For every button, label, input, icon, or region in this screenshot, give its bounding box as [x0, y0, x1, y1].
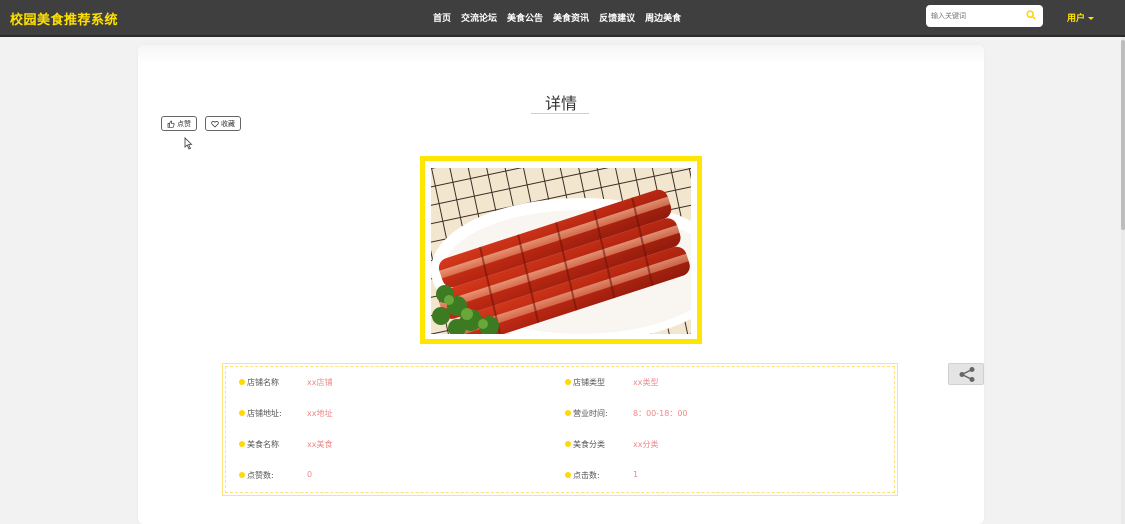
search-input[interactable]: [931, 10, 1021, 22]
nav-news[interactable]: 美食资讯: [553, 11, 589, 24]
bullet-dot-icon: [565, 472, 571, 478]
food-category-label: 美食分类: [573, 440, 605, 449]
shop-type-value: xx类型: [633, 378, 659, 387]
like-label: 点赞: [177, 119, 191, 128]
bullet-dot-icon: [565, 441, 571, 447]
shop-address-label: 店铺地址:: [247, 409, 282, 418]
favorite-label: 收藏: [221, 119, 235, 128]
like-count-value: 0: [307, 470, 313, 479]
share-button[interactable]: [948, 363, 984, 385]
share-icon: [959, 367, 975, 382]
search-box: [926, 5, 1043, 27]
business-hours-value: 8：00-18：00: [633, 409, 688, 418]
panel-header-shade: [138, 45, 984, 65]
shop-name-label: 店铺名称: [247, 378, 279, 387]
food-category-value: xx分类: [633, 440, 659, 449]
favorite-button[interactable]: 收藏: [205, 116, 241, 131]
food-name-value: xx美食: [307, 440, 333, 449]
scrollbar-thumb[interactable]: [1121, 40, 1125, 230]
heart-icon: [211, 120, 219, 128]
bullet-dot-icon: [239, 410, 245, 416]
caret-down-icon: [1088, 17, 1095, 20]
page-title: 详情: [544, 94, 577, 113]
nav-announcements[interactable]: 美食公告: [507, 11, 543, 24]
shop-address-value: xx地址: [307, 409, 333, 418]
nav-forum[interactable]: 交流论坛: [461, 11, 497, 24]
nav-feedback[interactable]: 反馈建议: [599, 11, 635, 24]
detail-info-box: 店铺名称 xx店铺 店铺类型 xx类型 店铺地址: xx地址 营业时间: 8：0…: [222, 363, 898, 496]
top-navbar: 校园美食推荐系统 首页 交流论坛 美食公告 美食资讯 反馈建议 周边美食 用户: [0, 0, 1125, 37]
user-label: 用户: [1067, 14, 1086, 24]
like-count-label: 点赞数:: [247, 471, 274, 480]
app-title[interactable]: 校园美食推荐系统: [10, 9, 118, 28]
bullet-dot-icon: [565, 410, 571, 416]
food-image[interactable]: [431, 168, 691, 334]
bullet-dot-icon: [239, 379, 245, 385]
business-hours-label: 营业时间:: [573, 409, 608, 418]
shop-type-label: 店铺类型: [573, 378, 605, 387]
food-name-label: 美食名称: [247, 440, 279, 449]
food-image-frame: [420, 156, 702, 344]
char-siu-image: [431, 168, 691, 334]
user-menu[interactable]: 用户: [1067, 11, 1095, 24]
shop-name-value: xx店铺: [307, 378, 333, 387]
thumbs-up-icon: [167, 120, 175, 128]
search-icon[interactable]: [1026, 10, 1036, 20]
mouse-cursor-icon: [184, 137, 193, 150]
bullet-dot-icon: [239, 441, 245, 447]
bullet-dot-icon: [239, 472, 245, 478]
main-nav: 首页 交流论坛 美食公告 美食资讯 反馈建议 周边美食: [433, 11, 681, 24]
detail-panel: 详情 点赞 收藏 店铺名称 xx店铺 店铺类型 xx类型 店铺地址: xx地址 …: [138, 45, 984, 524]
nav-home[interactable]: 首页: [433, 11, 451, 24]
nav-nearby-food[interactable]: 周边美食: [645, 11, 681, 24]
bullet-dot-icon: [565, 379, 571, 385]
click-count-label: 点击数:: [573, 471, 600, 480]
title-underline: [531, 113, 589, 114]
like-button[interactable]: 点赞: [161, 116, 197, 131]
click-count-value: 1: [633, 470, 639, 479]
